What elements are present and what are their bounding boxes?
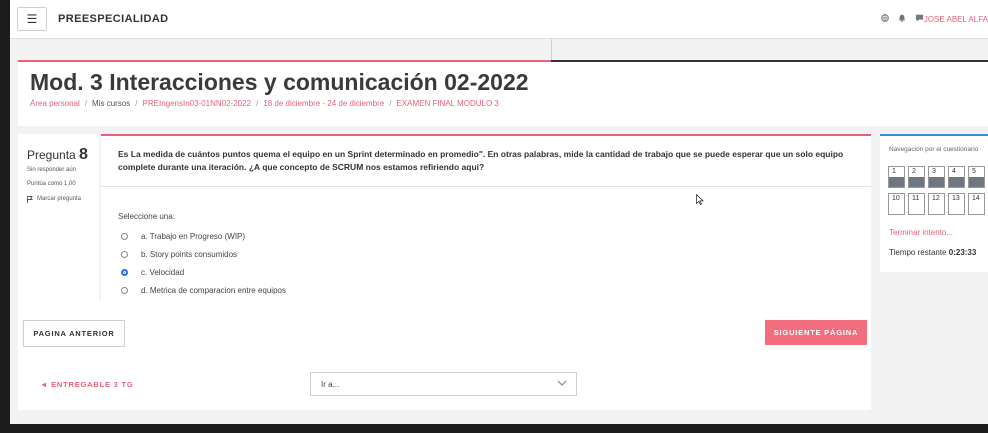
question-number-label: Pregunta 8: [27, 146, 88, 164]
answer-radio-b[interactable]: [121, 250, 128, 258]
chat-icon[interactable]: [915, 14, 924, 24]
quiz-nav-button-10[interactable]: 10: [888, 193, 905, 215]
page-progress-area: [10, 39, 988, 62]
breadcrumb-separator: /: [84, 99, 88, 108]
flag-question-toggle[interactable]: Marcar pregunta: [27, 196, 81, 205]
answer-option-d[interactable]: d. Metrica de comparacion entre equipos: [121, 281, 286, 299]
page-navigation-area: PAGINA ANTERIOR SIGUIENTE PÁGINA ◄ ENTRE…: [18, 300, 871, 410]
breadcrumb-separator: /: [135, 99, 138, 108]
bell-icon[interactable]: [898, 14, 906, 24]
question-divider: [101, 186, 871, 187]
answer-option-b[interactable]: b. Story points consumidos: [121, 245, 286, 263]
time-remaining-value: 0:23:33: [948, 248, 977, 257]
answer-label-a[interactable]: a. Trabajo en Progreso (WIP): [141, 232, 245, 241]
question-label: Pregunta: [27, 148, 76, 162]
breadcrumb-separator: /: [256, 99, 259, 108]
browser-viewport: ☰ PREESPECIALIDAD JOSE ABEL ALFA Mod. 3 …: [10, 0, 988, 424]
menu-toggle-button[interactable]: ☰: [17, 7, 47, 31]
question-points: Puntúa como 1,00: [27, 181, 76, 187]
quiz-nav-button-13[interactable]: 13: [948, 193, 965, 215]
quiz-nav-button-11[interactable]: 11: [908, 193, 925, 215]
time-remaining-label: Tiempo restante: [889, 248, 947, 257]
breadcrumb-week[interactable]: 18 de diciembre - 24 de diciembre: [263, 99, 384, 108]
flag-icon: [27, 196, 33, 205]
quiz-navigation-panel: Navegación por el cuestionario 1 2 3 4 5…: [880, 134, 988, 272]
answer-radio-a[interactable]: [121, 232, 128, 240]
breadcrumb-my-courses: Mis cursos: [92, 99, 131, 108]
jump-to-select[interactable]: Ir a...: [310, 372, 577, 396]
page-header: Mod. 3 Interacciones y comunicación 02-2…: [18, 62, 988, 126]
answer-option-a[interactable]: a. Trabajo en Progreso (WIP): [121, 227, 286, 245]
answer-options: a. Trabajo en Progreso (WIP) b. Story po…: [121, 227, 286, 299]
flag-question-label: Marcar pregunta: [37, 196, 82, 202]
finish-attempt-link[interactable]: Terminar intento...: [889, 228, 953, 237]
time-remaining: Tiempo restante 0:23:33: [889, 248, 976, 257]
next-page-button[interactable]: SIGUIENTE PÁGINA: [765, 320, 867, 345]
answer-radio-d[interactable]: [121, 286, 128, 294]
top-navbar: ☰ PREESPECIALIDAD JOSE ABEL ALFA: [10, 0, 988, 39]
previous-activity-link[interactable]: ◄ ENTREGABLE 3 TG: [40, 380, 134, 389]
hamburger-icon: ☰: [26, 12, 38, 26]
taskbar-strip: [0, 424, 988, 433]
answer-label-b[interactable]: b. Story points consumidos: [141, 250, 237, 259]
quiz-nav-button-4[interactable]: 4: [948, 166, 965, 188]
question-text: Es La medida de cuántos puntos quema el …: [118, 149, 844, 172]
quiz-nav-row-1: 1 2 3 4 5: [888, 166, 988, 188]
quiz-nav-button-12[interactable]: 12: [928, 193, 945, 215]
page-title: Mod. 3 Interacciones y comunicación 02-2…: [30, 69, 529, 95]
breadcrumb-course[interactable]: PREIngensIn03-01NN02-2022: [143, 99, 252, 108]
breadcrumb-exam[interactable]: EXAMEN FINAL MODULO 3: [396, 99, 498, 108]
answer-label-c[interactable]: c. Velocidad: [141, 268, 184, 277]
question-status: Sin responder aún: [27, 167, 77, 173]
quiz-nav-button-3[interactable]: 3: [928, 166, 945, 188]
breadcrumb-dashboard[interactable]: Área personal: [30, 99, 80, 108]
quiz-nav-row-2: 10 11 12 13 14: [888, 193, 988, 215]
quiz-nav-button-5[interactable]: 5: [968, 166, 985, 188]
question-card: Es La medida de cuántos puntos quema el …: [101, 134, 871, 302]
answer-radio-c[interactable]: [121, 268, 128, 276]
quiz-nav-button-1[interactable]: 1: [888, 166, 905, 188]
previous-page-button[interactable]: PAGINA ANTERIOR: [23, 320, 125, 347]
breadcrumb: Área personal / Mis cursos / PREIngensIn…: [30, 99, 499, 108]
mouse-cursor-icon: [696, 193, 704, 208]
site-brand[interactable]: PREESPECIALIDAD: [58, 13, 169, 25]
user-menu-name[interactable]: JOSE ABEL ALFA: [924, 15, 988, 24]
breadcrumb-separator: /: [389, 99, 392, 108]
quiz-navigation-title: Navegación por el cuestionario: [889, 146, 979, 153]
answer-prompt: Seleccione una:: [118, 212, 175, 221]
progress-separator: [551, 39, 552, 61]
globe-icon[interactable]: [881, 14, 889, 24]
answer-label-d[interactable]: d. Metrica de comparacion entre equipos: [141, 286, 286, 295]
navbar-icons: [881, 14, 924, 24]
chevron-down-icon: [557, 379, 567, 389]
question-number: 8: [79, 146, 88, 163]
answer-option-c[interactable]: c. Velocidad: [121, 263, 286, 281]
quiz-nav-button-14[interactable]: 14: [968, 193, 985, 215]
jump-to-label: Ir a...: [321, 380, 340, 389]
quiz-nav-button-2[interactable]: 2: [908, 166, 925, 188]
question-info-panel: Pregunta 8 Sin responder aún Puntúa como…: [18, 134, 99, 300]
